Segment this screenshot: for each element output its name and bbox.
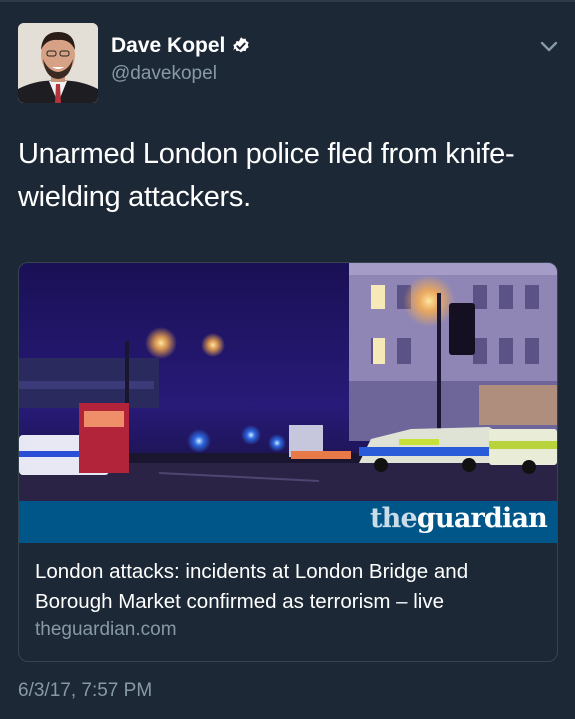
link-card[interactable]: theguardian London attacks: incidents at… [18, 262, 558, 662]
avatar[interactable] [18, 23, 98, 103]
link-card-domain: theguardian.com [35, 619, 177, 640]
tweet-timestamp[interactable]: 6/3/17, 7:57 PM [18, 680, 152, 702]
avatar-photo [18, 23, 98, 103]
link-card-title[interactable]: London attacks: incidents at London Brid… [35, 557, 545, 617]
author-name-row: Dave Kopel [111, 34, 251, 58]
author-handle[interactable]: @davekopel [111, 63, 217, 85]
article-image [19, 263, 557, 501]
chevron-down-icon[interactable] [538, 38, 560, 54]
verified-badge-icon [233, 37, 250, 53]
publisher-banner: theguardian [19, 501, 557, 543]
guardian-logo: theguardian [370, 503, 548, 534]
tweet-text: Unarmed London police fled from knife-wi… [18, 138, 515, 213]
top-divider [0, 0, 575, 2]
author-name[interactable]: Dave Kopel [111, 34, 225, 58]
